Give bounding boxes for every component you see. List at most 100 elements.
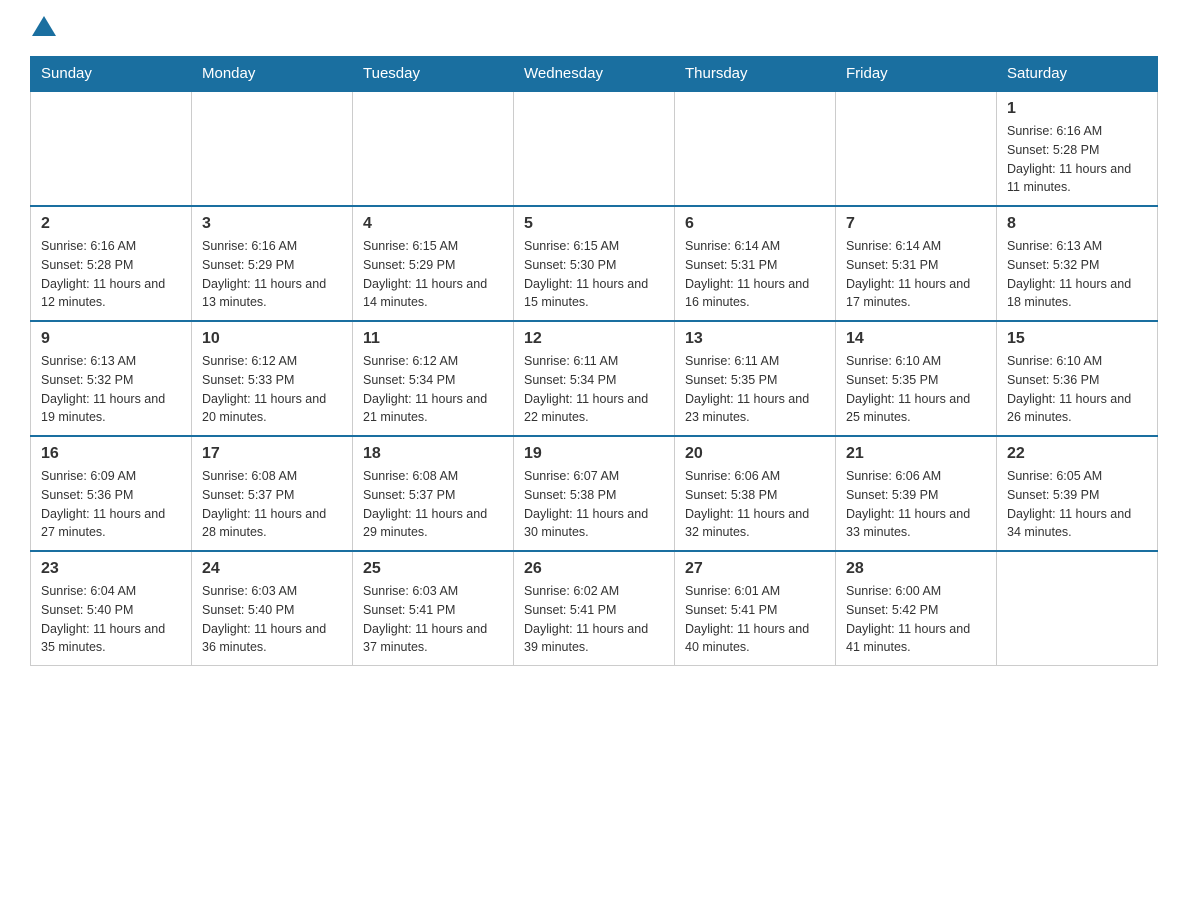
day-info: Sunrise: 6:07 AM Sunset: 5:38 PM Dayligh…: [524, 467, 664, 542]
day-info: Sunrise: 6:15 AM Sunset: 5:29 PM Dayligh…: [363, 237, 503, 312]
calendar-header-row: SundayMondayTuesdayWednesdayThursdayFrid…: [31, 57, 1158, 92]
day-info: Sunrise: 6:03 AM Sunset: 5:40 PM Dayligh…: [202, 582, 342, 657]
day-number: 21: [846, 445, 986, 463]
calendar-day-cell: 11 Sunrise: 6:12 AM Sunset: 5:34 PM Dayli…: [353, 321, 514, 436]
calendar-day-cell: 2Sunrise: 6:16 AM Sunset: 5:28 PM Daylig…: [31, 206, 192, 321]
calendar-day-cell: 17Sunrise: 6:08 AM Sunset: 5:37 PM Dayli…: [192, 436, 353, 551]
calendar-day-cell: 27 Sunrise: 6:01 AM Sunset: 5:41 PM Dayli…: [675, 551, 836, 666]
calendar-day-cell: [353, 91, 514, 206]
day-info: Sunrise: 6:15 AM Sunset: 5:30 PM Dayligh…: [524, 237, 664, 312]
calendar-day-cell: 6Sunrise: 6:14 AM Sunset: 5:31 PM Daylig…: [675, 206, 836, 321]
day-number: 7: [846, 215, 986, 233]
calendar-day-cell: [31, 91, 192, 206]
day-info: Sunrise: 6:08 AM Sunset: 5:37 PM Dayligh…: [363, 467, 503, 542]
calendar-day-cell: 18 Sunrise: 6:08 AM Sunset: 5:37 PM Dayli…: [353, 436, 514, 551]
calendar-week-row: 1 Sunrise: 6:16 AM Sunset: 5:28 PM Daylig…: [31, 91, 1158, 206]
calendar-day-cell: 7 Sunrise: 6:14 AM Sunset: 5:31 PM Daylig…: [836, 206, 997, 321]
calendar-day-cell: 16 Sunrise: 6:09 AM Sunset: 5:36 PM Dayli…: [31, 436, 192, 551]
calendar-day-cell: 14 Sunrise: 6:10 AM Sunset: 5:35 PM Dayli…: [836, 321, 997, 436]
calendar-day-cell: 10 Sunrise: 6:12 AM Sunset: 5:33 PM Dayli…: [192, 321, 353, 436]
day-number: 20: [685, 445, 825, 463]
day-of-week-header: Wednesday: [514, 57, 675, 92]
day-number: 1: [1007, 100, 1147, 118]
day-number: 15: [1007, 330, 1147, 348]
day-info: Sunrise: 6:03 AM Sunset: 5:41 PM Dayligh…: [363, 582, 503, 657]
day-info: Sunrise: 6:16 AM Sunset: 5:28 PM Dayligh…: [1007, 122, 1147, 197]
day-info: Sunrise: 6:04 AM Sunset: 5:40 PM Dayligh…: [41, 582, 181, 657]
calendar-day-cell: 26Sunrise: 6:02 AM Sunset: 5:41 PM Dayli…: [514, 551, 675, 666]
day-info: Sunrise: 6:11 AM Sunset: 5:34 PM Dayligh…: [524, 352, 664, 427]
day-number: 11: [363, 330, 503, 348]
day-info: Sunrise: 6:06 AM Sunset: 5:39 PM Dayligh…: [846, 467, 986, 542]
calendar-day-cell: 12 Sunrise: 6:11 AM Sunset: 5:34 PM Dayli…: [514, 321, 675, 436]
day-number: 22: [1007, 445, 1147, 463]
day-number: 23: [41, 560, 181, 578]
calendar-day-cell: 20 Sunrise: 6:06 AM Sunset: 5:38 PM Dayli…: [675, 436, 836, 551]
day-number: 2: [41, 215, 181, 233]
day-number: 6: [685, 215, 825, 233]
day-of-week-header: Sunday: [31, 57, 192, 92]
day-info: Sunrise: 6:13 AM Sunset: 5:32 PM Dayligh…: [41, 352, 181, 427]
day-info: Sunrise: 6:13 AM Sunset: 5:32 PM Dayligh…: [1007, 237, 1147, 312]
calendar-day-cell: [192, 91, 353, 206]
day-of-week-header: Thursday: [675, 57, 836, 92]
day-of-week-header: Monday: [192, 57, 353, 92]
day-number: 27: [685, 560, 825, 578]
calendar-table: SundayMondayTuesdayWednesdayThursdayFrid…: [30, 56, 1158, 666]
day-info: Sunrise: 6:14 AM Sunset: 5:31 PM Dayligh…: [846, 237, 986, 312]
logo-triangle-icon: [32, 16, 56, 36]
calendar-week-row: 9 Sunrise: 6:13 AM Sunset: 5:32 PM Daylig…: [31, 321, 1158, 436]
calendar-day-cell: 23 Sunrise: 6:04 AM Sunset: 5:40 PM Dayli…: [31, 551, 192, 666]
day-number: 28: [846, 560, 986, 578]
day-number: 13: [685, 330, 825, 348]
day-number: 16: [41, 445, 181, 463]
day-info: Sunrise: 6:02 AM Sunset: 5:41 PM Dayligh…: [524, 582, 664, 657]
calendar-day-cell: 24 Sunrise: 6:03 AM Sunset: 5:40 PM Dayli…: [192, 551, 353, 666]
calendar-day-cell: 25 Sunrise: 6:03 AM Sunset: 5:41 PM Dayli…: [353, 551, 514, 666]
calendar-week-row: 2Sunrise: 6:16 AM Sunset: 5:28 PM Daylig…: [31, 206, 1158, 321]
day-info: Sunrise: 6:08 AM Sunset: 5:37 PM Dayligh…: [202, 467, 342, 542]
calendar-day-cell: 8 Sunrise: 6:13 AM Sunset: 5:32 PM Daylig…: [997, 206, 1158, 321]
calendar-day-cell: 3 Sunrise: 6:16 AM Sunset: 5:29 PM Daylig…: [192, 206, 353, 321]
day-number: 25: [363, 560, 503, 578]
day-number: 5: [524, 215, 664, 233]
day-info: Sunrise: 6:09 AM Sunset: 5:36 PM Dayligh…: [41, 467, 181, 542]
day-of-week-header: Friday: [836, 57, 997, 92]
day-info: Sunrise: 6:12 AM Sunset: 5:34 PM Dayligh…: [363, 352, 503, 427]
calendar-day-cell: 28 Sunrise: 6:00 AM Sunset: 5:42 PM Dayli…: [836, 551, 997, 666]
day-number: 14: [846, 330, 986, 348]
day-info: Sunrise: 6:05 AM Sunset: 5:39 PM Dayligh…: [1007, 467, 1147, 542]
day-info: Sunrise: 6:01 AM Sunset: 5:41 PM Dayligh…: [685, 582, 825, 657]
day-number: 24: [202, 560, 342, 578]
calendar-week-row: 16 Sunrise: 6:09 AM Sunset: 5:36 PM Dayli…: [31, 436, 1158, 551]
day-of-week-header: Saturday: [997, 57, 1158, 92]
calendar-day-cell: 22 Sunrise: 6:05 AM Sunset: 5:39 PM Dayli…: [997, 436, 1158, 551]
day-info: Sunrise: 6:10 AM Sunset: 5:36 PM Dayligh…: [1007, 352, 1147, 427]
day-number: 18: [363, 445, 503, 463]
calendar-day-cell: 19 Sunrise: 6:07 AM Sunset: 5:38 PM Dayli…: [514, 436, 675, 551]
calendar-day-cell: 21 Sunrise: 6:06 AM Sunset: 5:39 PM Dayli…: [836, 436, 997, 551]
day-info: Sunrise: 6:06 AM Sunset: 5:38 PM Dayligh…: [685, 467, 825, 542]
calendar-day-cell: 4 Sunrise: 6:15 AM Sunset: 5:29 PM Daylig…: [353, 206, 514, 321]
calendar-day-cell: [514, 91, 675, 206]
day-number: 19: [524, 445, 664, 463]
day-info: Sunrise: 6:00 AM Sunset: 5:42 PM Dayligh…: [846, 582, 986, 657]
day-number: 10: [202, 330, 342, 348]
page-header: [30, 20, 1158, 36]
day-info: Sunrise: 6:16 AM Sunset: 5:29 PM Dayligh…: [202, 237, 342, 312]
day-of-week-header: Tuesday: [353, 57, 514, 92]
calendar-day-cell: 9 Sunrise: 6:13 AM Sunset: 5:32 PM Daylig…: [31, 321, 192, 436]
calendar-week-row: 23 Sunrise: 6:04 AM Sunset: 5:40 PM Dayli…: [31, 551, 1158, 666]
day-number: 9: [41, 330, 181, 348]
day-number: 4: [363, 215, 503, 233]
calendar-day-cell: [836, 91, 997, 206]
calendar-day-cell: 13Sunrise: 6:11 AM Sunset: 5:35 PM Dayli…: [675, 321, 836, 436]
calendar-day-cell: [675, 91, 836, 206]
day-number: 3: [202, 215, 342, 233]
day-number: 12: [524, 330, 664, 348]
day-info: Sunrise: 6:12 AM Sunset: 5:33 PM Dayligh…: [202, 352, 342, 427]
calendar-day-cell: 5 Sunrise: 6:15 AM Sunset: 5:30 PM Daylig…: [514, 206, 675, 321]
day-number: 8: [1007, 215, 1147, 233]
calendar-day-cell: 1 Sunrise: 6:16 AM Sunset: 5:28 PM Daylig…: [997, 91, 1158, 206]
day-info: Sunrise: 6:10 AM Sunset: 5:35 PM Dayligh…: [846, 352, 986, 427]
